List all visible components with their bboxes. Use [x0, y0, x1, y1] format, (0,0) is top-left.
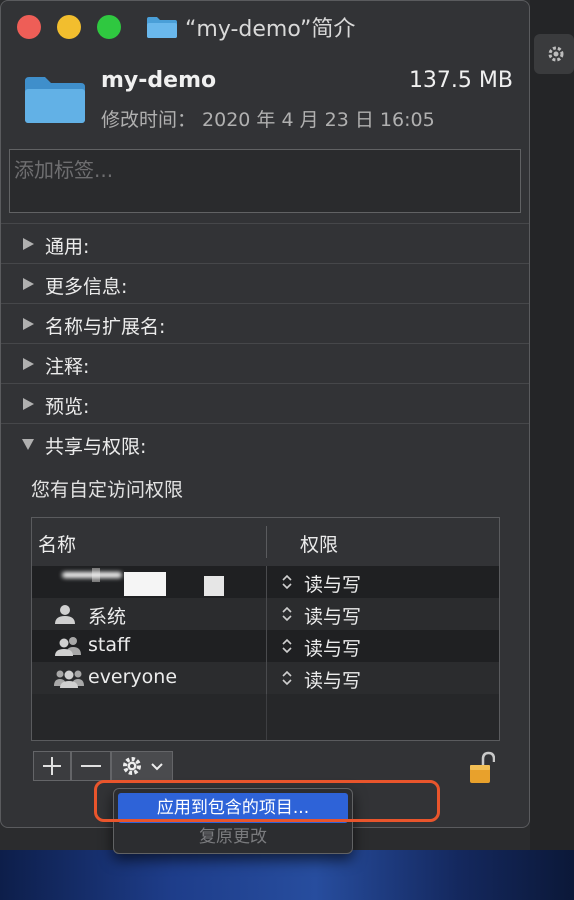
- title-bar[interactable]: “my-demo”简介: [1, 1, 529, 51]
- disclosure-triangle-icon[interactable]: [21, 237, 35, 251]
- permission-value[interactable]: 读与写: [304, 634, 361, 661]
- user-name: staff: [88, 634, 131, 656]
- section-name-extension[interactable]: 名称与扩展名:: [1, 303, 529, 344]
- info-window: “my-demo”简介 my-demo 137.5 MB 修改时间： 2020 …: [0, 0, 530, 828]
- maximize-button[interactable]: [97, 15, 121, 39]
- section-label: 预览:: [45, 396, 90, 418]
- menu-item-revert-changes: 复原更改: [199, 827, 267, 847]
- background-window-edge: [530, 0, 574, 850]
- remove-user-button[interactable]: [71, 751, 111, 781]
- folder-icon: [147, 17, 177, 38]
- permission-value[interactable]: 读与写: [304, 602, 361, 629]
- disclosure-triangle-icon[interactable]: [21, 317, 35, 331]
- desktop-wallpaper: [0, 850, 574, 900]
- table-row[interactable]: everyone 读与写: [32, 662, 499, 694]
- column-divider: [266, 598, 267, 630]
- chevron-down-icon: [151, 763, 163, 771]
- tags-input[interactable]: 添加标签...: [9, 149, 521, 213]
- group-icon: [55, 637, 81, 656]
- section-label: 名称与扩展名:: [45, 316, 166, 338]
- up-down-chevron-icon[interactable]: [280, 668, 294, 688]
- plus-icon: [43, 757, 61, 775]
- modified-date: 修改时间： 2020 年 4 月 23 日 16:05: [101, 109, 435, 131]
- action-menu-button[interactable]: [111, 751, 173, 781]
- custom-access-text: 您有自定访问权限: [31, 479, 184, 501]
- minimize-button[interactable]: [57, 15, 81, 39]
- section-label: 共享与权限:: [45, 436, 147, 458]
- minus-icon: [81, 765, 101, 767]
- folder-icon: [25, 77, 85, 123]
- up-down-chevron-icon[interactable]: [280, 572, 294, 592]
- column-header-name[interactable]: 名称: [38, 530, 76, 557]
- redacted-text: [124, 572, 166, 596]
- table-row[interactable]: staff 读与写: [32, 630, 499, 662]
- window-title: “my-demo”简介: [185, 17, 356, 42]
- disclosure-triangle-icon[interactable]: [21, 357, 35, 371]
- section-sharing-permissions[interactable]: 共享与权限:: [1, 423, 529, 464]
- permission-value[interactable]: 读与写: [304, 666, 361, 693]
- gear-icon: [548, 46, 564, 62]
- permissions-table: 名称 权限 读与写 系统 读与写 staff 读与写 everyone 读与写: [31, 517, 500, 741]
- column-divider: [266, 630, 267, 662]
- section-label: 通用:: [45, 236, 90, 258]
- group-icon: [54, 670, 84, 688]
- permission-value[interactable]: 读与写: [304, 570, 361, 597]
- column-divider: [266, 566, 267, 598]
- up-down-chevron-icon[interactable]: [280, 636, 294, 656]
- up-down-chevron-icon[interactable]: [280, 604, 294, 624]
- table-row[interactable]: 读与写: [32, 566, 499, 598]
- section-more-info[interactable]: 更多信息:: [1, 263, 529, 304]
- user-name: everyone: [88, 666, 178, 688]
- add-user-button[interactable]: [33, 751, 71, 781]
- column-divider: [266, 662, 267, 694]
- table-header: 名称 权限: [32, 518, 499, 567]
- disclosure-triangle-icon[interactable]: [21, 397, 35, 411]
- redacted-text: [204, 576, 224, 596]
- section-comments[interactable]: 注释:: [1, 343, 529, 384]
- column-divider: [266, 694, 267, 740]
- column-header-permission[interactable]: 权限: [300, 530, 338, 557]
- unlocked-lock-icon[interactable]: [469, 751, 495, 785]
- background-gear-button[interactable]: [534, 34, 574, 74]
- redacted-text: [62, 572, 122, 578]
- gear-icon: [123, 757, 141, 775]
- file-name: my-demo: [101, 68, 217, 93]
- section-general[interactable]: 通用:: [1, 223, 529, 264]
- section-label: 更多信息:: [45, 276, 128, 298]
- user-icon: [55, 605, 75, 624]
- file-size: 137.5 MB: [408, 68, 513, 93]
- section-preview[interactable]: 预览:: [1, 383, 529, 424]
- close-button[interactable]: [17, 15, 41, 39]
- column-divider: [266, 526, 267, 558]
- disclosure-triangle-icon[interactable]: [21, 277, 35, 291]
- section-label: 注释:: [45, 356, 90, 378]
- table-row[interactable]: 系统 读与写: [32, 598, 499, 630]
- disclosure-triangle-expanded-icon[interactable]: [21, 437, 35, 451]
- user-name: 系统: [88, 606, 127, 628]
- annotation-highlight-box: [94, 780, 440, 822]
